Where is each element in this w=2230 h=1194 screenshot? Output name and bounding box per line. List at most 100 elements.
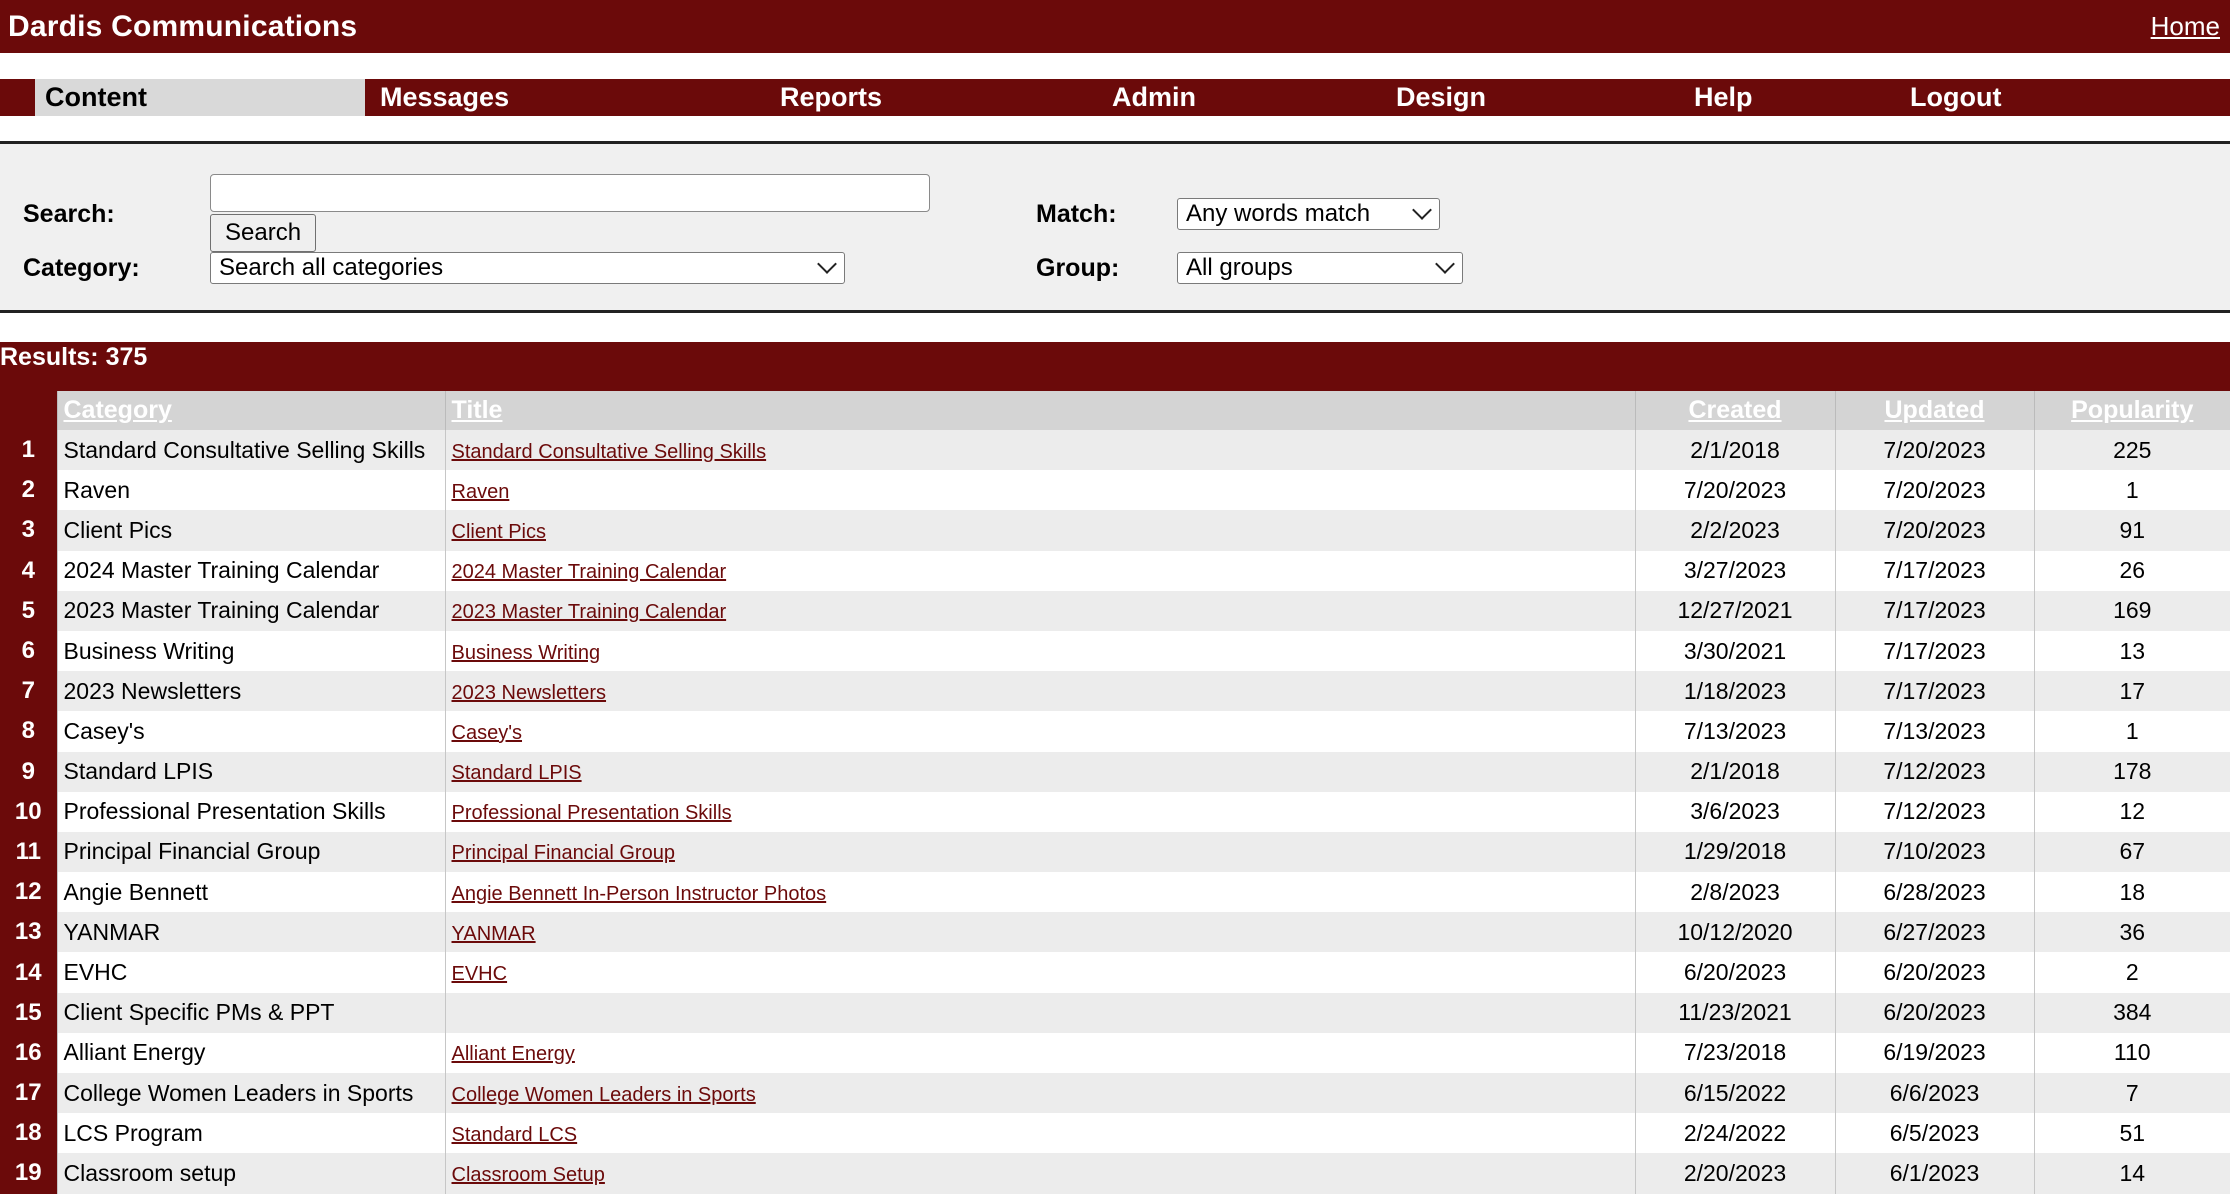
row-number: 16 xyxy=(0,1032,57,1073)
row-updated: 7/12/2023 xyxy=(1834,751,2034,792)
sort-popularity-link[interactable]: Popularity xyxy=(2071,396,2193,424)
search-panel: Search: Search Category: Search all cate… xyxy=(0,141,2230,313)
search-button[interactable]: Search xyxy=(210,214,317,252)
sort-created-link[interactable]: Created xyxy=(1688,396,1781,424)
table-row[interactable]: 12 Angie Bennett Angie Bennett In-Person I… xyxy=(0,872,2230,913)
row-title-link[interactable]: 2024 Master Training Calendar xyxy=(452,561,727,583)
table-row[interactable]: 16 Alliant Energy Alliant Energy 7/23/2018 6… xyxy=(0,1032,2230,1073)
tab-admin[interactable]: Admin xyxy=(1112,79,1196,116)
row-title-link[interactable]: Classroom Setup xyxy=(452,1164,605,1186)
row-title-link[interactable]: Angie Bennett In-Person Instructor Photo… xyxy=(452,883,827,905)
table-row[interactable]: 4 2024 Master Training Calendar 2024 Maste… xyxy=(0,550,2230,591)
table-row[interactable]: 7 2023 Newsletters 2023 Newsletters 1/18/20… xyxy=(0,671,2230,712)
row-title: Casey's xyxy=(444,711,1635,752)
sort-category-link[interactable]: Category xyxy=(64,396,172,424)
row-updated: 7/13/2023 xyxy=(1834,711,2034,752)
row-updated: 6/20/2023 xyxy=(1834,952,2034,993)
row-title-link[interactable]: EVHC xyxy=(452,963,508,985)
table-row[interactable]: 9 Standard LPIS Standard LPIS 2/1/2018 7/12/… xyxy=(0,751,2230,792)
row-number: 1 xyxy=(0,430,57,471)
match-select[interactable]: Any words match xyxy=(1177,198,1440,230)
row-title-link[interactable]: 2023 Master Training Calendar xyxy=(452,601,727,623)
row-title: 2023 Newsletters xyxy=(444,671,1635,712)
table-row[interactable]: 11 Principal Financial Group Principal Fin… xyxy=(0,831,2230,873)
table-row[interactable]: 6 Business Writing Business Writing 3/30/20… xyxy=(0,630,2230,672)
row-number: 12 xyxy=(0,872,57,913)
row-created: 3/30/2021 xyxy=(1634,630,1835,672)
row-title-link[interactable]: YANMAR xyxy=(452,923,536,945)
row-created: 11/23/2021 xyxy=(1634,992,1835,1033)
row-title-link[interactable]: Raven xyxy=(452,481,510,503)
table-row[interactable]: 2 Raven Raven 7/20/2023 7/20/2023 1 xyxy=(0,470,2230,511)
tab-content[interactable]: Content xyxy=(35,79,365,116)
table-row[interactable]: 10 Professional Presentation Skills Profes… xyxy=(0,791,2230,832)
row-updated: 6/6/2023 xyxy=(1834,1073,2034,1114)
chevron-down-icon xyxy=(817,254,837,274)
table-row[interactable]: 18 LCS Program Standard LCS 2/24/2022 6/5/20… xyxy=(0,1113,2230,1154)
table-row[interactable]: 15 Client Specific PMs & PPT 11/23/2021 6/2… xyxy=(0,992,2230,1033)
row-category: Standard LPIS xyxy=(56,751,445,792)
table-row[interactable]: 3 Client Pics Client Pics 2/2/2023 7/20/2023… xyxy=(0,510,2230,551)
row-title-link[interactable]: Standard Consultative Selling Skills xyxy=(452,441,767,463)
table-row[interactable]: 14 EVHC EVHC 6/20/2023 6/20/2023 2 xyxy=(0,952,2230,993)
row-number: 11 xyxy=(0,831,57,873)
table-row[interactable]: 19 Classroom setup Classroom Setup 2/20/202… xyxy=(0,1153,2230,1194)
category-selected-value: Search all categories xyxy=(219,254,444,281)
row-number: 15 xyxy=(0,992,57,1033)
category-select[interactable]: Search all categories xyxy=(210,252,845,284)
row-popularity: 1 xyxy=(2033,711,2230,752)
results-table: Category Title Created Updated Popularit… xyxy=(0,391,2230,1194)
table-row[interactable]: 5 2023 Master Training Calendar 2023 Maste… xyxy=(0,590,2230,631)
home-link[interactable]: Home xyxy=(2151,11,2220,42)
row-updated: 7/20/2023 xyxy=(1834,430,2034,471)
tab-reports[interactable]: Reports xyxy=(780,79,882,116)
row-category: EVHC xyxy=(56,952,445,993)
row-popularity: 36 xyxy=(2033,912,2230,953)
row-popularity: 7 xyxy=(2033,1073,2230,1114)
row-title-link[interactable]: Professional Presentation Skills xyxy=(452,802,732,824)
column-header-title: Title xyxy=(444,391,1635,430)
table-row[interactable]: 1 Standard Consultative Selling Skills Sta… xyxy=(0,430,2230,471)
row-title: Business Writing xyxy=(444,630,1635,672)
table-row[interactable]: 13 YANMAR YANMAR 10/12/2020 6/27/2023 36 xyxy=(0,912,2230,953)
row-title-link[interactable]: Casey's xyxy=(452,722,523,744)
row-category: Principal Financial Group xyxy=(56,831,445,873)
tab-logout[interactable]: Logout xyxy=(1910,79,2001,116)
row-category: Client Specific PMs & PPT xyxy=(56,992,445,1033)
row-popularity: 51 xyxy=(2033,1113,2230,1154)
column-header-updated: Updated xyxy=(1834,391,2034,430)
row-title-link[interactable]: Standard LPIS xyxy=(452,762,582,784)
row-title-link[interactable]: College Women Leaders in Sports xyxy=(452,1084,756,1106)
row-created: 6/15/2022 xyxy=(1634,1073,1835,1114)
row-created: 2/24/2022 xyxy=(1634,1113,1835,1154)
row-title-link[interactable]: Alliant Energy xyxy=(452,1043,575,1065)
table-header-row: Category Title Created Updated Popularit… xyxy=(0,391,2230,430)
row-updated: 7/17/2023 xyxy=(1834,590,2034,631)
tab-design[interactable]: Design xyxy=(1396,79,1486,116)
row-category: 2023 Master Training Calendar xyxy=(56,590,445,631)
row-title-link[interactable]: Principal Financial Group xyxy=(452,842,675,864)
sort-updated-link[interactable]: Updated xyxy=(1885,396,1985,424)
row-number: 8 xyxy=(0,711,57,752)
row-number: 2 xyxy=(0,470,57,511)
table-row[interactable]: 17 College Women Leaders in Sports College… xyxy=(0,1073,2230,1114)
row-number: 17 xyxy=(0,1073,57,1114)
row-title: Client Pics xyxy=(444,510,1635,551)
row-category: Business Writing xyxy=(56,630,445,672)
table-row[interactable]: 8 Casey's Casey's 7/13/2023 7/13/2023 1 xyxy=(0,711,2230,752)
row-updated: 7/17/2023 xyxy=(1834,630,2034,672)
row-popularity: 18 xyxy=(2033,872,2230,913)
group-select[interactable]: All groups xyxy=(1177,252,1463,284)
row-title-link[interactable]: Client Pics xyxy=(452,521,546,543)
row-title xyxy=(444,992,1635,1033)
search-input[interactable] xyxy=(210,174,930,212)
sort-title-link[interactable]: Title xyxy=(452,396,503,424)
column-header-popularity: Popularity xyxy=(2033,391,2230,430)
row-title-link[interactable]: Business Writing xyxy=(452,642,601,664)
tab-help[interactable]: Help xyxy=(1694,79,1753,116)
row-title-link[interactable]: 2023 Newsletters xyxy=(452,682,607,704)
tab-messages[interactable]: Messages xyxy=(380,79,509,116)
row-category: Alliant Energy xyxy=(56,1032,445,1073)
match-label: Match: xyxy=(1036,200,1117,228)
row-title-link[interactable]: Standard LCS xyxy=(452,1124,578,1146)
